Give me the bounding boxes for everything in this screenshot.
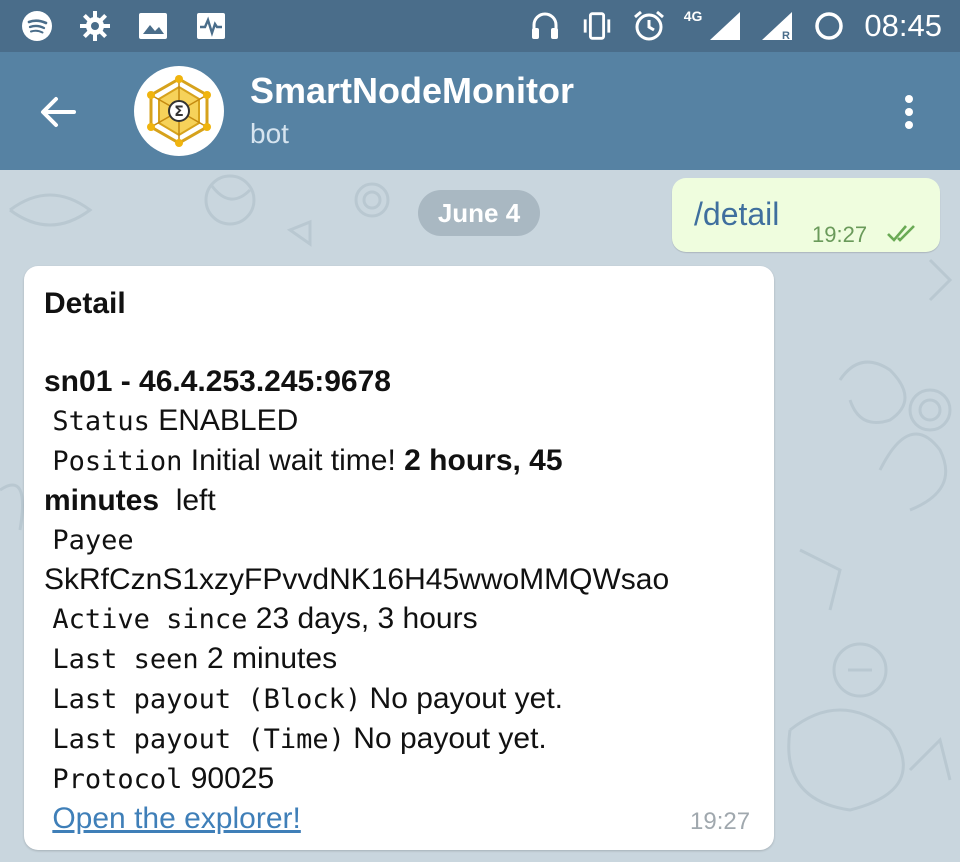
- last-seen-row: Last seen 2 minutes: [44, 639, 764, 679]
- signal-roaming-icon: R: [760, 9, 794, 43]
- message-body: Detail sn01 - 46.4.253.245:9678 Status E…: [44, 284, 764, 838]
- position-row-cont: minutes left: [44, 481, 764, 520]
- back-arrow-icon[interactable]: [36, 90, 80, 134]
- active-row: Active since 23 days, 3 hours: [44, 599, 764, 639]
- chat-header: Σ SmartNodeMonitor bot: [0, 52, 960, 170]
- vibrate-icon: [580, 9, 614, 43]
- payout-time-row: Last payout (Time) No payout yet.: [44, 719, 764, 759]
- explorer-link[interactable]: Open the explorer!: [52, 802, 300, 835]
- payout-block-value: No payout yet.: [369, 682, 563, 715]
- alarm-icon: [632, 9, 666, 43]
- smartnode-logo-icon: Σ: [147, 75, 211, 147]
- active-value: 23 days, 3 hours: [255, 602, 478, 635]
- signal-4g-icon: [708, 9, 742, 43]
- status-bar: 4G R 08:45: [0, 0, 960, 52]
- protocol-value: 90025: [190, 762, 275, 795]
- message-heading: Detail: [44, 287, 126, 320]
- status-bar-right: 4G R 08:45: [528, 0, 942, 52]
- last-seen-value: 2 minutes: [207, 642, 338, 675]
- payout-block-row: Last payout (Block) No payout yet.: [44, 679, 764, 719]
- chat-subtitle: bot: [250, 118, 289, 149]
- network-type-label: 4G: [683, 8, 703, 24]
- incoming-message[interactable]: Detail sn01 - 46.4.253.245:9678 Status E…: [24, 266, 774, 850]
- svg-text:R: R: [782, 30, 790, 42]
- outgoing-message-time: 19:27: [812, 222, 868, 247]
- position-label: Position: [52, 446, 183, 477]
- payout-time-label: Last payout (Time): [52, 724, 345, 755]
- link-row: Open the explorer!: [44, 799, 764, 838]
- clock: 08:45: [864, 8, 942, 43]
- position-time-unit: minutes: [44, 484, 160, 517]
- position-time: 2 hours, 45: [404, 444, 563, 477]
- status-label: Status: [52, 406, 150, 437]
- protocol-label: Protocol: [52, 764, 183, 795]
- status-row: Status ENABLED: [44, 401, 764, 441]
- status-bar-left: [20, 0, 228, 52]
- incoming-message-time: 19:27: [690, 808, 751, 835]
- node-title: sn01 - 46.4.253.245:9678: [44, 365, 391, 398]
- status-value: ENABLED: [158, 404, 299, 437]
- spotify-icon: [20, 9, 54, 43]
- chat-title: SmartNodeMonitor: [250, 70, 574, 111]
- position-suffix: left: [175, 484, 216, 517]
- settings-gear-icon: [78, 9, 112, 43]
- payee-label: Payee: [52, 525, 134, 556]
- payee-value: SkRfCznS1xzyFPvvdNK16H45wwoMMQWsao: [44, 563, 670, 596]
- protocol-row: Protocol 90025: [44, 759, 764, 799]
- position-text: Initial wait time!: [190, 444, 396, 477]
- payout-time-value: No payout yet.: [353, 722, 547, 755]
- bot-avatar[interactable]: Σ: [134, 66, 224, 156]
- payee-row: Payee: [44, 520, 764, 560]
- outgoing-message-text: /detail: [694, 196, 780, 232]
- headset-icon: [528, 9, 562, 43]
- chat-area[interactable]: June 4 /detail 19:27 Detail sn01 - 46.4.…: [0, 170, 960, 862]
- position-row: Position Initial wait time! 2 hours, 45: [44, 441, 764, 481]
- outgoing-message[interactable]: /detail 19:27: [672, 178, 940, 252]
- payout-block-label: Last payout (Block): [52, 684, 362, 715]
- last-seen-label: Last seen: [52, 644, 199, 675]
- active-label: Active since: [52, 604, 248, 635]
- loading-icon: [812, 9, 846, 43]
- activity-icon: [194, 9, 228, 43]
- date-separator: June 4: [418, 190, 540, 236]
- image-icon: [136, 9, 170, 43]
- svg-text:Σ: Σ: [174, 104, 184, 120]
- more-options-icon[interactable]: [894, 92, 924, 132]
- read-checkmarks-icon: [886, 222, 920, 244]
